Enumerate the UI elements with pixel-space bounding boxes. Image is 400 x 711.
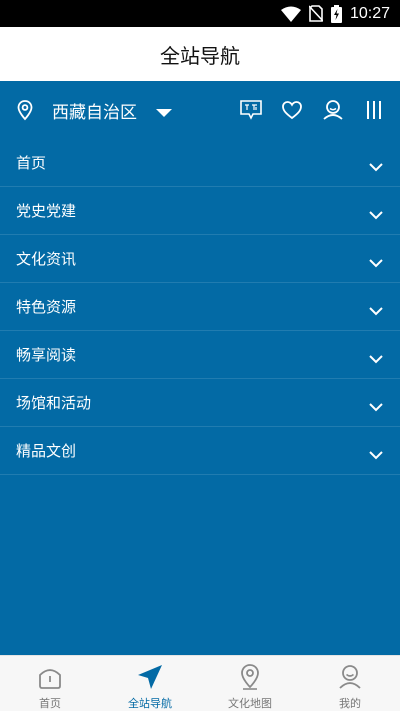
- chevron-down-icon[interactable]: [368, 206, 384, 219]
- nav-item-party-history[interactable]: 党史党建: [0, 187, 400, 235]
- menu-columns-icon[interactable]: [362, 98, 386, 122]
- status-time: 10:27: [349, 4, 390, 22]
- chevron-down-icon[interactable]: [368, 398, 384, 411]
- nav-item-featured-resources[interactable]: 特色资源: [0, 283, 400, 331]
- navigation-panel: 西藏自治区 首页 党史党建 文化资讯 特色资源 畅享阅读 场馆和活动 精品文创: [0, 81, 400, 655]
- region-bar: 西藏自治区: [0, 81, 400, 139]
- tab-label: 我的: [339, 697, 361, 710]
- nav-item-label: 场馆和活动: [16, 394, 92, 412]
- tab-culture-map[interactable]: 文化地图: [200, 656, 300, 711]
- chevron-down-icon[interactable]: [368, 446, 384, 459]
- nav-item-culture-news[interactable]: 文化资讯: [0, 235, 400, 283]
- status-bar: 10:27: [0, 0, 400, 27]
- battery-charging-icon: [330, 4, 342, 23]
- app-bar: 全站导航: [0, 27, 400, 81]
- chevron-down-icon[interactable]: [368, 350, 384, 363]
- tab-home[interactable]: 首页: [0, 656, 100, 711]
- chevron-down-icon[interactable]: [368, 302, 384, 315]
- no-sim-icon: [308, 5, 323, 22]
- navigation-arrow-icon: [136, 663, 164, 691]
- tab-label: 文化地图: [228, 697, 272, 710]
- nav-item-venues-activities[interactable]: 场馆和活动: [0, 379, 400, 427]
- chevron-down-icon[interactable]: [368, 254, 384, 267]
- heart-icon[interactable]: [280, 98, 304, 122]
- region-selector-label[interactable]: 西藏自治区: [52, 98, 137, 123]
- tab-profile[interactable]: 我的: [300, 656, 400, 711]
- toolbar: [239, 98, 386, 122]
- nav-item-cultural-creations[interactable]: 精品文创: [0, 427, 400, 475]
- nav-item-label: 首页: [16, 154, 47, 172]
- nav-item-reading[interactable]: 畅享阅读: [0, 331, 400, 379]
- profile-icon: [336, 663, 364, 691]
- home-icon: [36, 663, 64, 691]
- nav-item-label: 精品文创: [16, 442, 77, 460]
- user-icon[interactable]: [321, 98, 345, 122]
- tab-label: 全站导航: [128, 697, 172, 710]
- tab-site-navigation[interactable]: 全站导航: [100, 656, 200, 711]
- location-pin-icon: [14, 99, 36, 121]
- nav-list: 首页 党史党建 文化资讯 特色资源 畅享阅读 场馆和活动 精品文创: [0, 139, 400, 475]
- page-title: 全站导航: [160, 43, 240, 68]
- tab-label: 首页: [39, 697, 61, 710]
- nav-item-label: 畅享阅读: [16, 346, 77, 364]
- map-pin-icon: [236, 663, 264, 691]
- chevron-down-icon[interactable]: [368, 158, 384, 171]
- tibetan-language-icon[interactable]: [239, 98, 263, 122]
- bottom-tab-bar: 首页 全站导航 文化地图 我的: [0, 655, 400, 711]
- nav-item-label: 文化资讯: [16, 250, 77, 268]
- nav-item-home[interactable]: 首页: [0, 139, 400, 187]
- nav-item-label: 特色资源: [16, 298, 77, 316]
- nav-item-label: 党史党建: [16, 202, 77, 220]
- caret-down-icon[interactable]: [155, 104, 173, 117]
- wifi-icon: [280, 6, 301, 22]
